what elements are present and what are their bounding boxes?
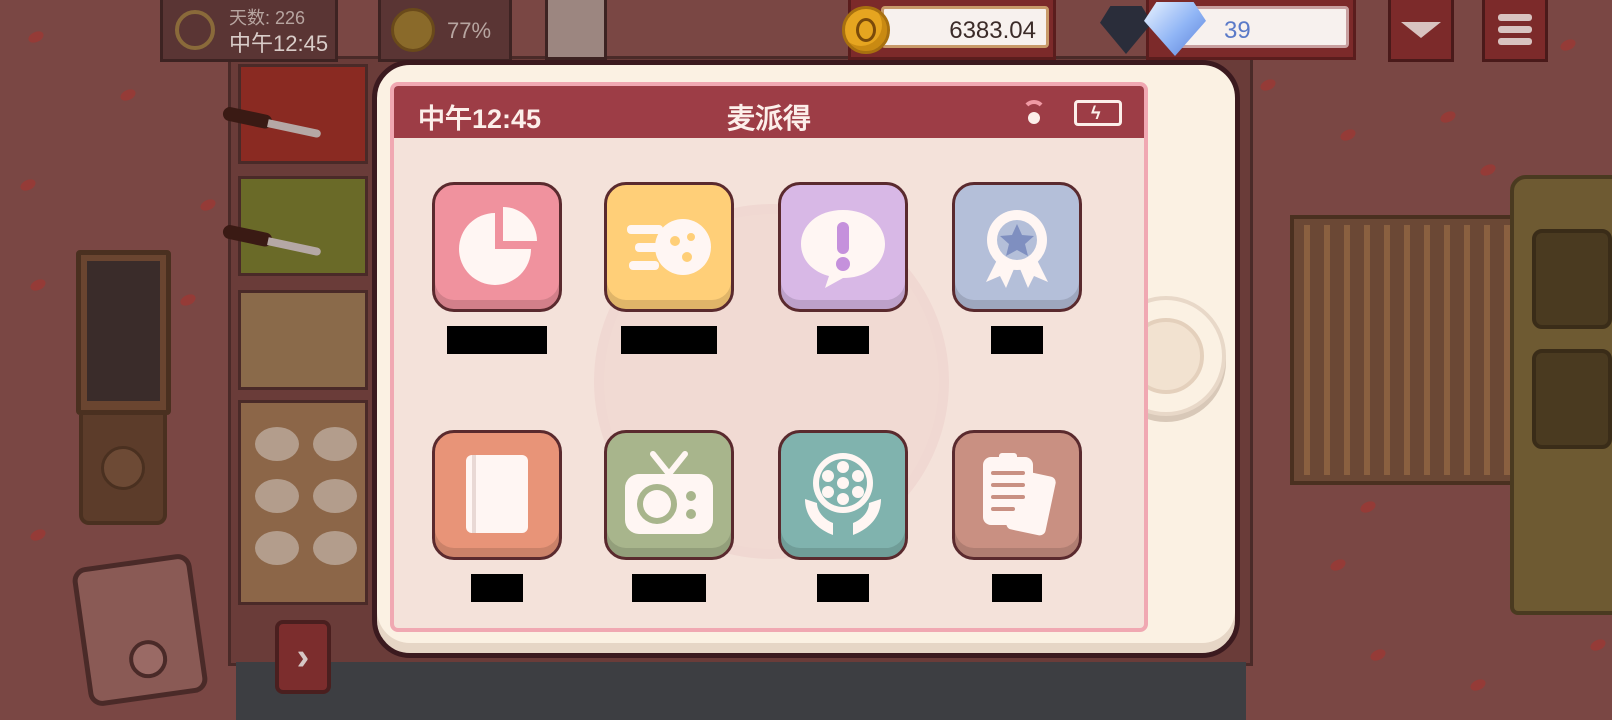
serving-cart	[1290, 215, 1520, 485]
app-documents[interactable]	[952, 430, 1082, 602]
book-icon	[466, 455, 528, 533]
speed-pizza-icon	[627, 219, 711, 275]
mood-percent: 77%	[447, 18, 492, 43]
chevron-right-icon: ›	[296, 635, 310, 678]
dough-tray[interactable]	[238, 400, 368, 605]
app-stats[interactable]	[432, 182, 562, 354]
game-time: 中午12:45	[229, 31, 329, 56]
clipboard-papers-icon	[983, 453, 1056, 536]
tv-pizza-icon	[625, 451, 713, 534]
trash-icon	[101, 446, 145, 490]
status-bar: 中午12:45 麦派得 ϟ	[394, 86, 1144, 138]
smiley-icon	[391, 8, 435, 52]
hamburger-menu-icon	[1498, 9, 1532, 50]
app-tv[interactable]	[604, 430, 734, 602]
app-delivery[interactable]	[604, 182, 734, 354]
app-label-cinema	[817, 574, 869, 602]
app-recipes[interactable]	[432, 430, 562, 602]
film-reel-hands-icon	[805, 453, 881, 535]
chevron-down-icon	[1401, 21, 1441, 38]
next-arrow-button[interactable]: ›	[275, 620, 331, 694]
tablet-toggle-button[interactable]	[70, 552, 210, 708]
coin-icon	[842, 6, 890, 54]
app-label-recipes	[471, 574, 523, 602]
app-notices[interactable]	[778, 182, 908, 354]
app-label-tv	[632, 574, 706, 602]
menu-button[interactable]	[1482, 0, 1548, 62]
phone-screen: 中午12:45 麦派得 ϟ	[390, 82, 1148, 632]
order-receipt-icon[interactable]	[545, 0, 607, 60]
app-label-achievements	[991, 326, 1043, 354]
counter-base	[236, 662, 1246, 720]
app-label-notices	[817, 326, 869, 354]
sun-icon	[175, 10, 215, 50]
food-truck	[1510, 175, 1612, 615]
exclamation-bubble-icon	[801, 210, 885, 288]
crust-tray[interactable]	[238, 290, 368, 390]
pesto-tray[interactable]	[238, 176, 368, 276]
gem-amount: 39	[1224, 17, 1251, 44]
coin-amount: 6383.04	[949, 17, 1036, 44]
wifi-icon	[1020, 100, 1048, 126]
trash-bin[interactable]	[76, 250, 171, 530]
app-achievements[interactable]	[952, 182, 1082, 354]
app-cinema[interactable]	[778, 430, 908, 602]
app-label-documents	[992, 574, 1042, 602]
mood-panel: 77%	[378, 0, 512, 62]
pie-chart-icon	[459, 207, 537, 285]
ribbon-star-icon	[986, 210, 1048, 288]
dropdown-button[interactable]	[1388, 0, 1454, 62]
app-label-delivery	[621, 326, 717, 354]
battery-charging-icon: ϟ	[1074, 100, 1122, 126]
day-time-panel: 天数: 226 中午12:45	[160, 0, 338, 62]
app-label-stats	[447, 326, 547, 354]
